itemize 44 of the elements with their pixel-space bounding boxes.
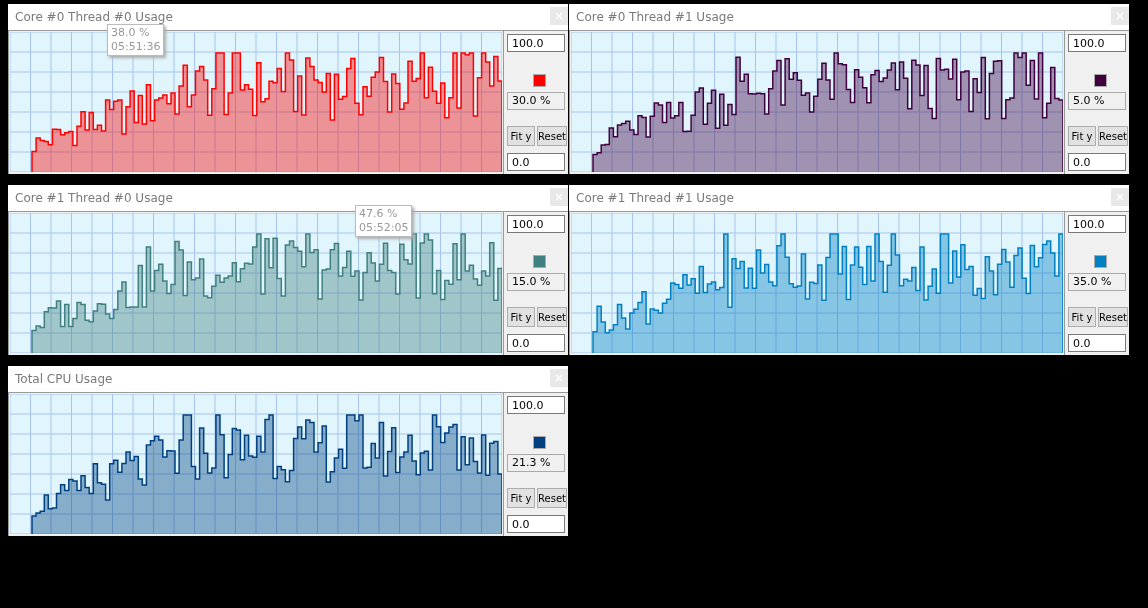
tooltip-time: 05:52:05 xyxy=(359,221,409,235)
max-field[interactable]: 100.0 xyxy=(1068,215,1126,233)
max-field[interactable]: 100.0 xyxy=(507,34,565,52)
close-icon[interactable] xyxy=(1111,7,1129,25)
fit-y-button[interactable]: Fit y xyxy=(1068,126,1096,146)
reset-button[interactable]: Reset xyxy=(1098,307,1128,327)
min-field[interactable]: 0.0 xyxy=(507,153,565,171)
close-icon[interactable] xyxy=(550,188,568,206)
graph-title: Core #1 Thread #1 Usage xyxy=(576,191,734,205)
fit-y-button[interactable]: Fit y xyxy=(1068,307,1096,327)
current-value: 35.0 % xyxy=(1068,273,1126,291)
current-value: 30.0 % xyxy=(507,92,565,110)
min-field[interactable]: 0.0 xyxy=(1068,334,1126,352)
color-swatch[interactable] xyxy=(533,74,546,87)
graph-title: Core #0 Thread #0 Usage xyxy=(15,10,173,24)
max-field[interactable]: 100.0 xyxy=(1068,34,1126,52)
close-icon[interactable] xyxy=(1111,188,1129,206)
color-swatch[interactable] xyxy=(1094,74,1107,87)
reset-button[interactable]: Reset xyxy=(1098,126,1128,146)
min-field[interactable]: 0.0 xyxy=(507,515,565,533)
graph-title: Total CPU Usage xyxy=(15,372,113,386)
reset-button[interactable]: Reset xyxy=(537,126,567,146)
min-field[interactable]: 0.0 xyxy=(1068,153,1126,171)
close-icon[interactable] xyxy=(550,7,568,25)
tooltip-time: 05:51:36 xyxy=(111,40,161,54)
current-value: 21.3 % xyxy=(507,454,565,472)
fit-y-button[interactable]: Fit y xyxy=(507,307,535,327)
color-swatch[interactable] xyxy=(1094,255,1107,268)
close-icon[interactable] xyxy=(550,369,568,387)
current-value: 5.0 % xyxy=(1068,92,1126,110)
color-swatch[interactable] xyxy=(533,255,546,268)
max-field[interactable]: 100.0 xyxy=(507,396,565,414)
fit-y-button[interactable]: Fit y xyxy=(507,488,535,508)
color-swatch[interactable] xyxy=(533,436,546,449)
reset-button[interactable]: Reset xyxy=(537,488,567,508)
graph-title: Core #1 Thread #0 Usage xyxy=(15,191,173,205)
tooltip-value: 38.0 % xyxy=(111,26,151,40)
max-field[interactable]: 100.0 xyxy=(507,215,565,233)
fit-y-button[interactable]: Fit y xyxy=(507,126,535,146)
current-value: 15.0 % xyxy=(507,273,565,291)
graph-title: Core #0 Thread #1 Usage xyxy=(576,10,734,24)
min-field[interactable]: 0.0 xyxy=(507,334,565,352)
tooltip-value: 47.6 % xyxy=(359,207,399,221)
reset-button[interactable]: Reset xyxy=(537,307,567,327)
